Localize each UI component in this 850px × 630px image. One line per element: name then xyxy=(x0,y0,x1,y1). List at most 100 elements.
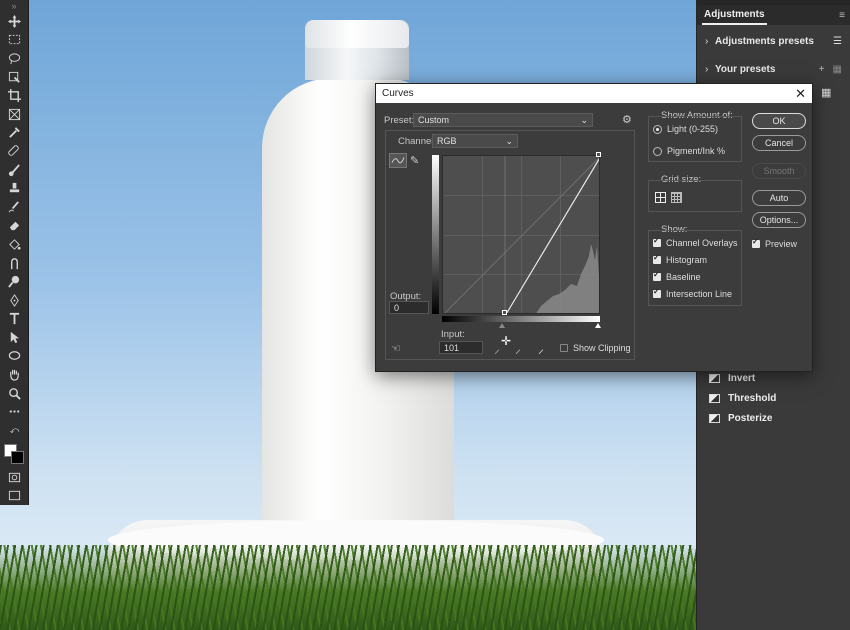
smudge-tool-icon[interactable] xyxy=(0,254,29,273)
your-presets-row[interactable]: › Your presets + ▦ xyxy=(697,55,850,83)
smooth-button[interactable]: Smooth xyxy=(752,163,806,179)
adjustment-item-posterize[interactable]: Posterize xyxy=(709,413,772,424)
auto-button[interactable]: Auto xyxy=(752,190,806,206)
zoom-tool-icon[interactable] xyxy=(0,384,29,403)
object-selection-tool-icon[interactable] xyxy=(0,68,29,87)
curve-edit-points-icon[interactable] xyxy=(389,153,407,168)
adjustments-presets-row[interactable]: › Adjustments presets ☰ xyxy=(697,27,850,55)
close-icon[interactable]: ✕ xyxy=(795,86,806,102)
adjustment-item-threshold[interactable]: Threshold xyxy=(709,393,776,404)
history-brush-tool-icon[interactable] xyxy=(0,198,29,217)
gray-eyedropper-icon[interactable]: ⸝ xyxy=(515,340,521,357)
path-selection-tool-icon[interactable] xyxy=(0,328,29,347)
checkbox-box xyxy=(653,270,661,281)
baseline-checkbox[interactable]: Baseline xyxy=(653,270,701,282)
tab-adjustments[interactable]: Adjustments xyxy=(702,6,767,25)
channel-select[interactable]: RGB ⌄ xyxy=(432,134,518,148)
preview-checkbox[interactable]: Preview xyxy=(752,237,797,249)
hand-tool-icon[interactable] xyxy=(0,365,29,384)
ok-button[interactable]: OK xyxy=(752,113,806,129)
grid-view-icon[interactable]: ▦ xyxy=(821,86,831,99)
pigment-radio[interactable]: Pigment/Ink % xyxy=(653,146,725,156)
show-clipping-label: Show Clipping xyxy=(573,343,631,353)
output-field[interactable]: 0 xyxy=(389,301,429,314)
dialog-title: Curves xyxy=(382,88,414,99)
invert-icon xyxy=(709,374,720,383)
background-color-swatch[interactable] xyxy=(11,451,24,464)
channel-overlays-checkbox[interactable]: Channel Overlays xyxy=(653,236,738,248)
hamburger-icon[interactable]: ≡ xyxy=(839,10,845,21)
cancel-button[interactable]: Cancel xyxy=(752,135,806,151)
channel-label: Channel: xyxy=(398,136,437,147)
target-adjustment-icon[interactable]: ☜ xyxy=(391,342,401,355)
chevron-down-icon: ⌄ xyxy=(505,135,513,146)
your-presets-label: Your presets xyxy=(715,63,776,75)
add-icon[interactable]: + xyxy=(819,64,825,75)
light-label: Light (0-255) xyxy=(667,124,719,134)
detailed-grid-icon[interactable] xyxy=(671,192,682,203)
bottle-cap-image xyxy=(305,20,409,48)
move-tool-icon[interactable] xyxy=(0,12,29,31)
adjustment-item-invert[interactable]: Invert xyxy=(709,373,755,384)
grid-icon[interactable]: ▦ xyxy=(833,64,842,75)
show-clipping-checkbox[interactable]: Show Clipping xyxy=(560,343,631,353)
chevron-right-icon: › xyxy=(705,63,709,75)
white-point-slider[interactable] xyxy=(595,323,601,328)
shape-tool-icon[interactable] xyxy=(0,347,29,366)
chevron-right-icon: › xyxy=(705,35,709,47)
more-tools-icon[interactable] xyxy=(0,402,29,421)
quick-mask-icon[interactable] xyxy=(0,468,29,487)
channel-value: RGB xyxy=(437,136,457,146)
eyedropper-tool-icon[interactable] xyxy=(0,124,29,143)
intersection-line-checkbox[interactable]: Intersection Line xyxy=(653,287,733,299)
light-radio[interactable]: Light (0-255) xyxy=(653,124,718,134)
input-label: Input: xyxy=(441,329,465,340)
brush-tool-icon[interactable] xyxy=(0,161,29,180)
crop-tool-icon[interactable] xyxy=(0,86,29,105)
adjustment-item-label: Invert xyxy=(728,373,756,384)
frame-tool-icon[interactable] xyxy=(0,105,29,124)
adjustments-presets-label: Adjustments presets xyxy=(715,35,814,47)
lasso-tool-icon[interactable] xyxy=(0,49,29,68)
pigment-label: Pigment/Ink % xyxy=(667,146,726,156)
pencil-draw-icon[interactable]: ✎ xyxy=(410,154,419,167)
checkbox-box xyxy=(752,237,760,248)
eraser-tool-icon[interactable] xyxy=(0,217,29,236)
clone-stamp-tool-icon[interactable] xyxy=(0,179,29,198)
input-field[interactable]: 101 xyxy=(439,341,483,354)
histogram-shape xyxy=(536,244,599,313)
dodge-tool-icon[interactable] xyxy=(0,272,29,291)
curves-graph[interactable] xyxy=(442,155,600,314)
curve-point-black[interactable] xyxy=(502,310,507,315)
list-icon[interactable]: ☰ xyxy=(833,36,842,47)
black-point-slider[interactable] xyxy=(499,323,505,328)
paint-bucket-tool-icon[interactable] xyxy=(0,235,29,254)
black-eyedropper-icon[interactable]: ⸝ xyxy=(494,340,500,357)
posterize-icon xyxy=(709,414,720,423)
white-eyedropper-icon[interactable]: ⸝ xyxy=(538,340,544,357)
simple-grid-icon[interactable] xyxy=(655,192,666,203)
histogram-checkbox[interactable]: Histogram xyxy=(653,253,707,265)
radio-dot xyxy=(653,146,662,156)
option-label: Channel Overlays xyxy=(666,238,738,248)
output-value: 0 xyxy=(394,302,400,313)
output-gradient-bar xyxy=(432,155,439,314)
dialog-titlebar[interactable]: Curves ✕ xyxy=(376,84,812,103)
crosshair-cursor-icon: ✛ xyxy=(501,334,512,348)
preset-value: Custom xyxy=(418,115,450,125)
type-tool-icon[interactable] xyxy=(0,310,29,329)
curve-point-white[interactable] xyxy=(596,152,601,157)
options-button[interactable]: Options... xyxy=(752,212,806,228)
gear-icon[interactable]: ⚙ xyxy=(622,113,632,126)
healing-brush-tool-icon[interactable] xyxy=(0,142,29,161)
chevron-down-icon: ⌄ xyxy=(580,114,588,125)
preset-select[interactable]: Custom ⌄ xyxy=(413,113,593,127)
option-label: Intersection Line xyxy=(666,289,733,299)
screen-mode-icon[interactable] xyxy=(0,486,29,505)
marquee-tool-icon[interactable] xyxy=(0,31,29,50)
swap-colors-icon[interactable]: ⤺ xyxy=(0,421,29,440)
toolbar-grip[interactable]: » xyxy=(0,0,28,12)
checkbox-box xyxy=(653,253,661,264)
pen-tool-icon[interactable] xyxy=(0,291,29,310)
tools-toolbar: » ⤺ xyxy=(0,0,29,505)
